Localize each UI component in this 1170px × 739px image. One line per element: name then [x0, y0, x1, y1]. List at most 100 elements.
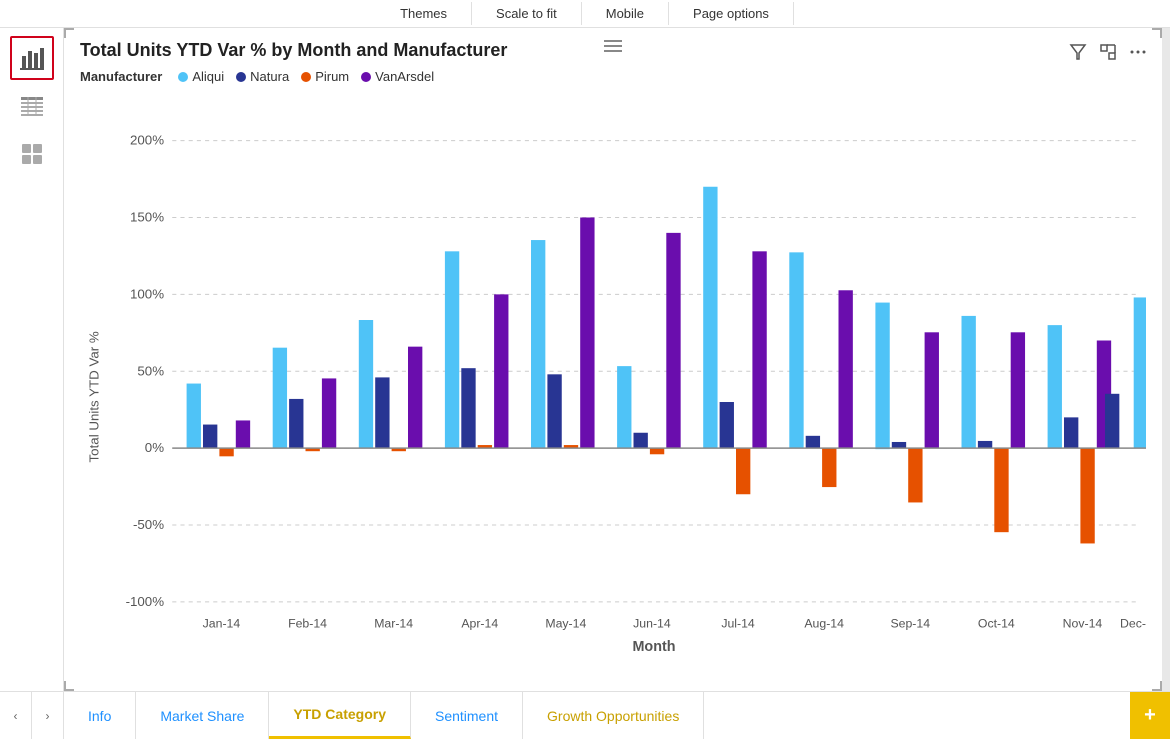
bar-jan-vanarsdel: [236, 420, 250, 448]
page-options-menu[interactable]: Page options: [669, 2, 794, 25]
bar-apr-aliqui: [445, 251, 459, 448]
sidebar-icon-barchart[interactable]: [10, 36, 54, 80]
legend-dot-natura: [236, 72, 246, 82]
chart-area: Total Units YTD Var % by Month and Manuf…: [64, 28, 1162, 691]
legend-item-pirum: Pirum: [301, 69, 349, 84]
legend-item-vanarsdel: VanArsdel: [361, 69, 434, 84]
bar-sep-natura: [892, 442, 906, 448]
chart-legend: Manufacturer Aliqui Natura Pirum VanArsd…: [80, 69, 1146, 84]
bar-nov-aliqui: [1048, 325, 1062, 448]
legend-name-aliqui: Aliqui: [192, 69, 224, 84]
tab-prev-button[interactable]: ‹: [0, 692, 32, 739]
bar-apr-natura: [461, 368, 475, 448]
bar-mar-aliqui: [359, 320, 373, 448]
bar-aug-natura: [806, 436, 820, 448]
bottom-tabs: ‹ › Info Market Share YTD Category Senti…: [0, 691, 1170, 739]
bar-aug-aliqui: [789, 252, 803, 448]
bar-jun-natura: [634, 433, 648, 448]
svg-text:200%: 200%: [130, 133, 164, 148]
hamburger-menu[interactable]: [604, 40, 622, 52]
tab-market-share[interactable]: Market Share: [136, 692, 269, 739]
right-resize-handle[interactable]: [1162, 28, 1170, 691]
bar-mar-natura: [375, 377, 389, 448]
themes-menu[interactable]: Themes: [376, 2, 472, 25]
bar-jul-natura: [720, 402, 734, 448]
svg-text:Feb-14: Feb-14: [288, 617, 327, 631]
svg-text:-50%: -50%: [133, 517, 164, 532]
bar-sep-vanarsdel: [925, 332, 939, 448]
bar-may-aliqui: [531, 240, 545, 448]
legend-dot-pirum: [301, 72, 311, 82]
bar-jul-pirum: [736, 448, 750, 494]
bar-dec-natura: [1105, 394, 1119, 448]
more-icon[interactable]: [1126, 40, 1150, 64]
corner-tr: [1152, 28, 1162, 38]
svg-text:-100%: -100%: [126, 594, 165, 609]
bar-feb-natura: [289, 399, 303, 448]
corner-br: [1152, 681, 1162, 691]
legend-name-pirum: Pirum: [315, 69, 349, 84]
bar-jul-vanarsdel: [752, 251, 766, 448]
svg-text:Apr-14: Apr-14: [461, 617, 498, 631]
svg-text:Nov-14: Nov-14: [1063, 617, 1103, 631]
bar-mar-vanarsdel: [408, 347, 422, 448]
bar-feb-aliqui: [273, 348, 287, 448]
legend-label: Manufacturer: [80, 69, 162, 84]
main-layout: Total Units YTD Var % by Month and Manuf…: [0, 28, 1170, 691]
bar-aug-pirum: [822, 448, 836, 487]
legend-item-natura: Natura: [236, 69, 289, 84]
expand-icon[interactable]: [1096, 40, 1120, 64]
legend-dot-aliqui: [178, 72, 188, 82]
svg-text:Jan-14: Jan-14: [203, 617, 241, 631]
top-bar: Themes Scale to fit Mobile Page options: [0, 0, 1170, 28]
bar-nov-natura: [1064, 417, 1078, 448]
bar-oct-pirum: [994, 448, 1008, 532]
svg-text:Dec-14: Dec-14: [1120, 617, 1146, 631]
svg-text:May-14: May-14: [545, 617, 586, 631]
svg-text:Jul-14: Jul-14: [721, 617, 755, 631]
bar-jun-aliqui: [617, 366, 631, 448]
bar-jul-aliqui: [703, 187, 717, 448]
corner-bl: [64, 681, 74, 691]
svg-text:Jun-14: Jun-14: [633, 617, 671, 631]
bar-sep-aliqui: [875, 303, 889, 450]
svg-text:50%: 50%: [137, 363, 164, 378]
bar-oct-aliqui: [962, 316, 976, 448]
legend-name-vanarsdel: VanArsdel: [375, 69, 434, 84]
legend-item-aliqui: Aliqui: [178, 69, 224, 84]
bar-may-vanarsdel: [580, 218, 594, 449]
bar-jan-aliqui: [187, 384, 201, 449]
bar-apr-vanarsdel: [494, 294, 508, 448]
add-tab-button[interactable]: +: [1130, 692, 1170, 739]
svg-text:Sep-14: Sep-14: [890, 617, 930, 631]
mobile-menu[interactable]: Mobile: [582, 2, 669, 25]
bar-oct-natura: [978, 441, 992, 448]
chart-svg-container: 200% 150% 100% 50% 0% -50% -100% Total U…: [80, 92, 1146, 671]
tab-next-button[interactable]: ›: [32, 692, 64, 739]
tab-sentiment[interactable]: Sentiment: [411, 692, 523, 739]
svg-text:0%: 0%: [145, 440, 164, 455]
bar-nov-pirum: [1080, 448, 1094, 543]
bar-dec-aliqui: [1134, 297, 1146, 448]
svg-text:Mar-14: Mar-14: [374, 617, 413, 631]
tab-growth-opportunities[interactable]: Growth Opportunities: [523, 692, 704, 739]
tab-info[interactable]: Info: [64, 692, 136, 739]
bar-jun-vanarsdel: [666, 233, 680, 448]
scale-to-fit-menu[interactable]: Scale to fit: [472, 2, 582, 25]
bar-jan-natura: [203, 425, 217, 449]
sidebar: [0, 28, 64, 691]
sidebar-icon-table[interactable]: [10, 84, 54, 128]
filter-icon[interactable]: [1066, 40, 1090, 64]
bar-jun-pirum: [650, 448, 664, 454]
svg-text:Oct-14: Oct-14: [978, 617, 1015, 631]
tab-ytd-category[interactable]: YTD Category: [269, 692, 411, 739]
chart-toolbar: [1066, 40, 1150, 64]
svg-text:150%: 150%: [130, 210, 164, 225]
svg-text:Total Units YTD Var %: Total Units YTD Var %: [86, 331, 101, 462]
legend-name-natura: Natura: [250, 69, 289, 84]
bar-oct-vanarsdel: [1011, 332, 1025, 448]
svg-text:Month: Month: [632, 639, 675, 655]
sidebar-icon-pages[interactable]: [10, 132, 54, 176]
corner-tl: [64, 28, 74, 38]
bar-may-natura: [547, 374, 561, 448]
